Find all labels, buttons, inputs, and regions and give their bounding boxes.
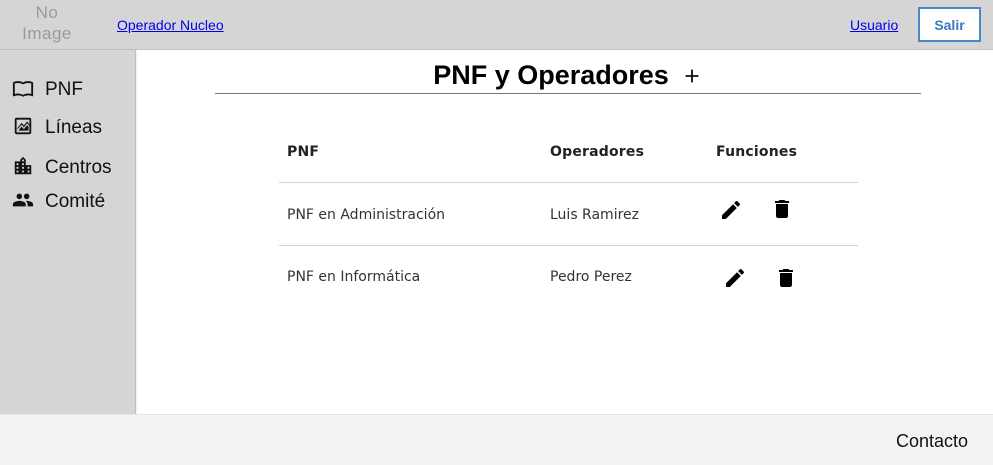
sidebar-item-comite[interactable]: Comité [12,189,105,215]
column-header-pnf: PNF [287,144,320,160]
book-open-icon [12,77,34,104]
table-row: PNF en Administración Luis Ramirez [279,183,858,245]
page-title: PNF y Operadores [433,60,669,90]
operador-cell: Pedro Perez [550,269,632,285]
pnf-cell: PNF en Administración [287,207,446,223]
sidebar: PNF Líneas Centros Comité [0,50,136,414]
column-header-operadores: Operadores [550,144,645,160]
usuario-link[interactable]: Usuario [850,17,898,33]
table-row: PNF en Informática Pedro Perez [279,246,858,308]
sidebar-item-centros[interactable]: Centros [12,155,112,181]
sidebar-item-pnf[interactable]: PNF [12,77,83,103]
delete-icon[interactable] [770,197,794,221]
edit-icon[interactable] [719,198,743,222]
top-header: No Image Operador Nucleo Usuario Salir [0,0,993,50]
footer: Contacto [0,414,993,465]
salir-button[interactable]: Salir [918,7,981,42]
operador-nucleo-link[interactable]: Operador Nucleo [117,17,224,33]
sidebar-item-label: Líneas [45,117,103,138]
people-icon [12,189,34,216]
city-icon [12,155,34,182]
column-header-funciones: Funciones [716,144,798,160]
line-chart-icon [12,115,34,142]
sidebar-item-label: Centros [45,157,112,178]
sidebar-item-label: PNF [45,79,83,100]
operador-cell: Luis Ramirez [550,207,639,223]
add-icon[interactable] [681,65,703,87]
edit-icon[interactable] [723,266,747,290]
contacto-link[interactable]: Contacto [896,431,968,452]
sidebar-item-lineas[interactable]: Líneas [12,115,102,141]
pnf-cell: PNF en Informática [287,269,421,285]
delete-icon[interactable] [774,266,798,290]
logo-placeholder: No Image [22,3,72,43]
title-row: PNF y Operadores [215,58,921,94]
sidebar-item-label: Comité [45,191,106,212]
